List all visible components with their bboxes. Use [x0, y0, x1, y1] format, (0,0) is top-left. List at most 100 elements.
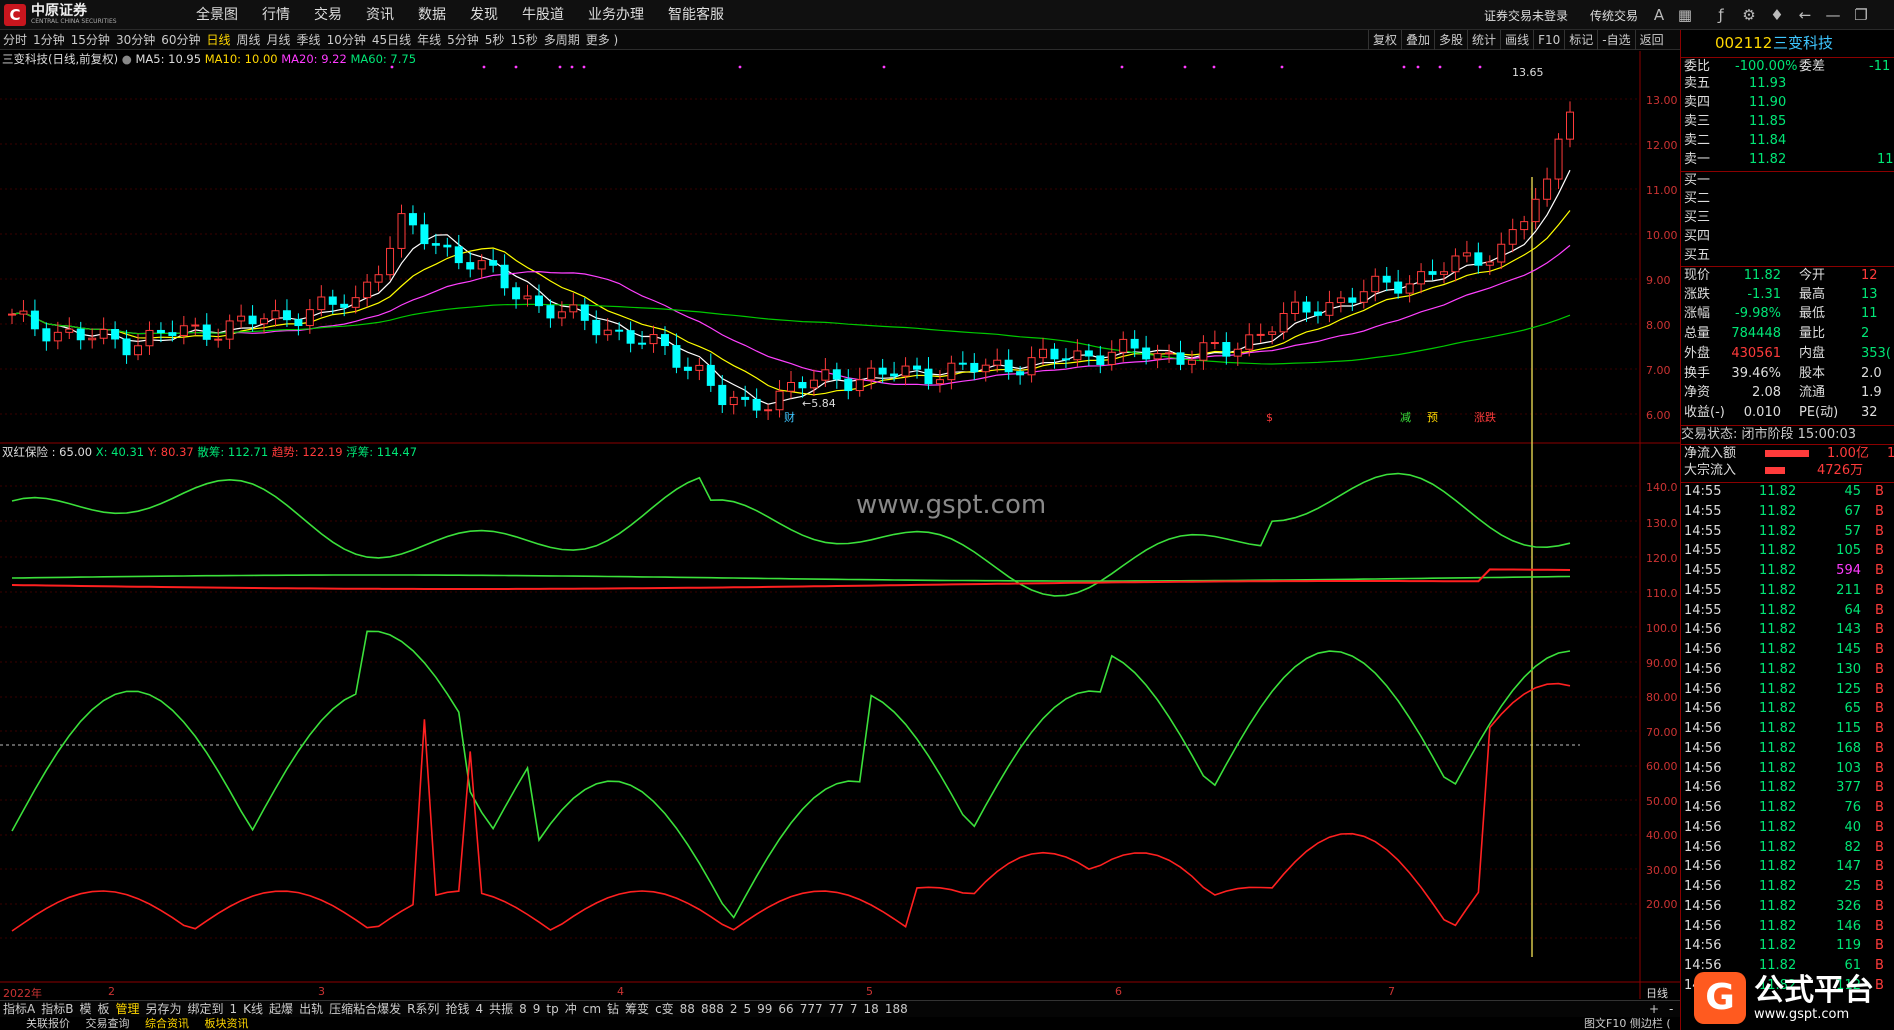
indicator-tab[interactable]: 8 — [519, 1002, 527, 1016]
minimize-icon[interactable]: — — [1824, 6, 1842, 24]
shirt-icon[interactable]: ♦ — [1768, 6, 1786, 24]
menu-item-quotes[interactable]: 行情 — [262, 0, 290, 30]
zoom-out-icon[interactable]: - — [1669, 1001, 1673, 1018]
layout-icon[interactable]: ▦ — [1676, 6, 1694, 24]
indicator-tab[interactable]: 共振 — [489, 1002, 513, 1016]
period-tab[interactable]: 60分钟 — [161, 33, 200, 47]
indicator-tab[interactable]: 模 — [79, 1002, 91, 1016]
ask-row[interactable]: 卖一 11.82 11 — [1681, 151, 1894, 169]
indicator-tab[interactable]: 888 — [701, 1002, 724, 1016]
back-arrow-icon[interactable]: ← — [1796, 6, 1814, 24]
menu-item-bull-road[interactable]: 牛股道 — [522, 0, 564, 30]
period-tab[interactable]: 月线 — [267, 33, 291, 47]
indicator-tab[interactable]: 出轨 — [299, 1002, 323, 1016]
indicator-tab[interactable]: 4 — [475, 1002, 483, 1016]
tool-back[interactable]: 返回 — [1634, 30, 1668, 50]
bid-row[interactable]: 买二 — [1681, 190, 1894, 208]
zoom-in-icon[interactable]: + — [1649, 1001, 1659, 1018]
tool-adjust[interactable]: 复权 — [1368, 30, 1401, 50]
period-tab[interactable]: 周线 — [237, 33, 261, 47]
period-tab[interactable]: 15秒 — [510, 33, 537, 47]
indicator-tab[interactable]: 起爆 — [269, 1002, 293, 1016]
bid-row[interactable]: 买四 — [1681, 228, 1894, 246]
gear-icon[interactable]: ⚙ — [1740, 6, 1758, 24]
font-size-icon[interactable]: A — [1650, 6, 1668, 24]
tool-stats[interactable]: 统计 — [1467, 30, 1500, 50]
menu-item-discover[interactable]: 发现 — [470, 0, 498, 30]
tool-overlay[interactable]: 叠加 — [1401, 30, 1434, 50]
period-tab-more[interactable]: 更多 ) — [586, 33, 619, 47]
bid-row[interactable]: 买五 — [1681, 247, 1894, 265]
status-link[interactable]: 板块资讯 — [205, 1017, 249, 1030]
ask-row[interactable]: 卖二 11.84 — [1681, 132, 1894, 150]
period-tab[interactable]: 10分钟 — [327, 33, 366, 47]
indicator-tab[interactable]: tp — [546, 1002, 558, 1016]
tool-f10[interactable]: F10 — [1533, 30, 1564, 50]
indicator-tab[interactable]: K线 — [243, 1002, 263, 1016]
indicator-tab[interactable]: 另存为 — [146, 1002, 182, 1016]
indicator-tab[interactable]: 88 — [680, 1002, 695, 1016]
menu-item-business[interactable]: 业务办理 — [588, 0, 644, 30]
menu-item-panorama[interactable]: 全景图 — [196, 0, 238, 30]
period-tab[interactable]: 45日线 — [372, 33, 411, 47]
indicator-tab[interactable]: 5 — [744, 1002, 752, 1016]
indicator-tab[interactable]: R系列 — [407, 1002, 439, 1016]
bid-row[interactable]: 买三 — [1681, 209, 1894, 227]
indicator-tab[interactable]: 压缩粘合爆发 — [329, 1002, 401, 1016]
restore-icon[interactable]: ❐ — [1852, 6, 1870, 24]
indicator-tab[interactable]: 9 — [533, 1002, 541, 1016]
candle — [1061, 348, 1070, 368]
ask-row[interactable]: 卖三 11.85 — [1681, 113, 1894, 131]
indicator-tab[interactable]: 7 — [850, 1002, 858, 1016]
period-tab[interactable]: 1分钟 — [33, 33, 65, 47]
indicator-tab[interactable]: 指标B — [41, 1002, 73, 1016]
period-tab[interactable]: 30分钟 — [116, 33, 155, 47]
tool-multi[interactable]: 多股 — [1434, 30, 1467, 50]
indicator-tab[interactable]: 777 — [800, 1002, 823, 1016]
status-link[interactable]: 综合资讯 — [145, 1017, 189, 1030]
period-tab[interactable]: 年线 — [417, 33, 441, 47]
trade-mode[interactable]: 传统交易 — [1590, 7, 1638, 24]
period-tab[interactable]: 多周期 — [544, 33, 580, 47]
indicator-tab[interactable]: 99 — [757, 1002, 772, 1016]
indicator-tab[interactable]: 77 — [829, 1002, 844, 1016]
indicator-tab[interactable]: 18 — [864, 1002, 879, 1016]
kline-chart[interactable]: 13.65 ←5.84 财 $ 减 预 涨跌 — [0, 51, 1680, 999]
candle-body — [340, 303, 349, 308]
period-tab[interactable]: 分时 — [3, 33, 27, 47]
formula-icon[interactable]: ƒ — [1712, 6, 1730, 24]
period-tab[interactable]: 5分钟 — [447, 33, 479, 47]
indicator-tab[interactable]: 筹变 — [625, 1002, 649, 1016]
status-link[interactable]: 关联报价 — [26, 1017, 70, 1030]
indicator-tab[interactable]: c变 — [655, 1002, 674, 1016]
period-tab[interactable]: 季线 — [297, 33, 321, 47]
menu-item-service[interactable]: 智能客服 — [668, 0, 724, 30]
tool-mark[interactable]: 标记 — [1564, 30, 1597, 50]
indicator-tab[interactable]: 钻 — [607, 1002, 619, 1016]
period-tab-daily[interactable]: 日线 — [207, 33, 231, 47]
indicator-tab[interactable]: 188 — [885, 1002, 908, 1016]
period-tab[interactable]: 5秒 — [485, 33, 505, 47]
bid-row[interactable]: 买一 — [1681, 171, 1894, 189]
ask-row[interactable]: 卖四 11.90 — [1681, 94, 1894, 112]
tool-draw[interactable]: 画线 — [1500, 30, 1533, 50]
indicator-tab[interactable]: cm — [583, 1002, 601, 1016]
tool-watchlist[interactable]: -自选 — [1597, 30, 1634, 50]
period-tab[interactable]: 15分钟 — [71, 33, 110, 47]
login-status[interactable]: 证券交易未登录 — [1484, 7, 1568, 24]
menu-item-data[interactable]: 数据 — [418, 0, 446, 30]
status-right[interactable]: 图文F10 侧边栏 ( — [1584, 1017, 1671, 1030]
indicator-tab[interactable]: 板 — [97, 1002, 109, 1016]
status-link[interactable]: 交易查询 — [86, 1017, 130, 1030]
ask-row[interactable]: 卖五 11.93 — [1681, 75, 1894, 93]
indicator-tab[interactable]: 1 — [230, 1002, 238, 1016]
menu-item-news[interactable]: 资讯 — [366, 0, 394, 30]
indicator-tab[interactable]: 绑定到 — [188, 1002, 224, 1016]
indicator-tab[interactable]: 管理 — [115, 1002, 139, 1016]
menu-item-trade[interactable]: 交易 — [314, 0, 342, 30]
indicator-tab[interactable]: 2 — [730, 1002, 738, 1016]
indicator-tab[interactable]: 抢钱 — [445, 1002, 469, 1016]
indicator-tab[interactable]: 66 — [778, 1002, 793, 1016]
indicator-tab[interactable]: 指标A — [3, 1002, 35, 1016]
indicator-tab[interactable]: 冲 — [565, 1002, 577, 1016]
